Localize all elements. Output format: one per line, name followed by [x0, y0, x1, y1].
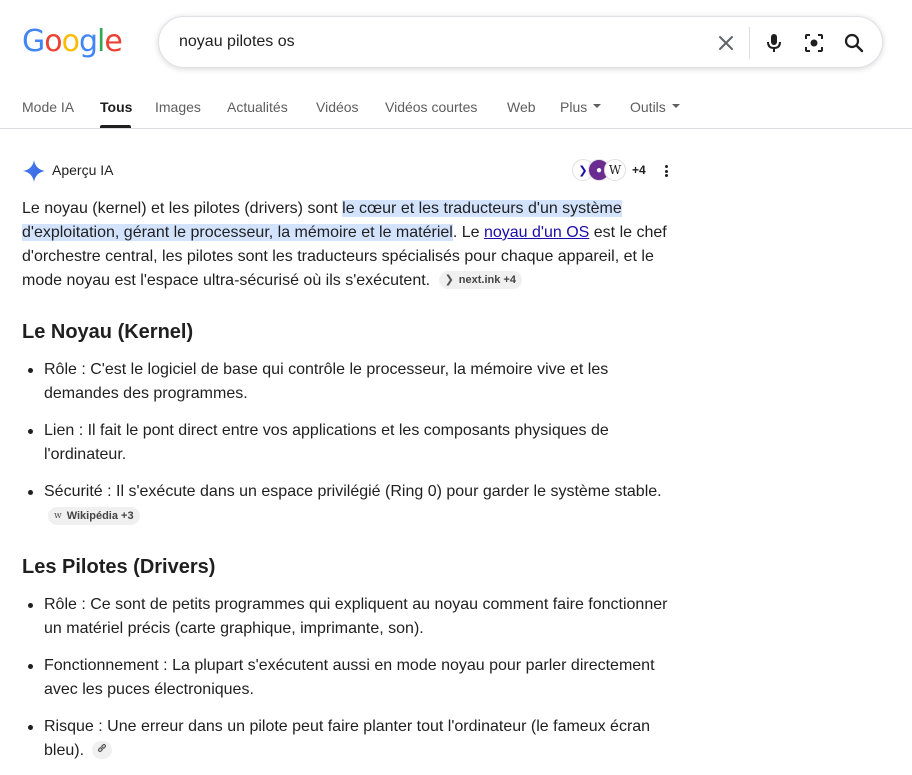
list-item-text: Rôle : Ce sont de petits programmes qui …	[44, 596, 668, 637]
header: Google noyau pilotes os	[0, 0, 912, 84]
list-item: Risque : Une erreur dans un pilote peut …	[22, 715, 682, 763]
logo-letter: o	[44, 24, 62, 59]
list-item-text: Fonctionnement : La plupart s'exécutent …	[44, 657, 655, 698]
drivers-list: Rôle : Ce sont de petits programmes qui …	[22, 593, 682, 763]
tab-mode-ia[interactable]: Mode IA	[22, 99, 74, 115]
source-chip-label: next.ink +4	[458, 274, 516, 286]
tab-web[interactable]: Web	[507, 99, 536, 115]
search-divider	[749, 27, 750, 59]
ai-overview-body: Le noyau (kernel) et les pilotes (driver…	[22, 197, 682, 763]
more-vert-icon[interactable]	[658, 163, 674, 179]
list-item-text: Rôle : C'est le logiciel de base qui con…	[44, 361, 609, 402]
source-avatars[interactable]: ❯ ● W +4	[572, 159, 646, 181]
list-item-text: Risque : Une erreur dans un pilote peut …	[44, 718, 651, 759]
list-item: Fonctionnement : La plupart s'exécutent …	[22, 654, 682, 702]
source-count: +4	[632, 163, 646, 177]
search-icon[interactable]	[840, 29, 868, 57]
chevron-right-icon: ❯	[444, 274, 454, 286]
tab-actualites[interactable]: Actualités	[227, 99, 288, 115]
list-item: Sécurité : Il s'exécute dans un espace p…	[22, 480, 682, 528]
wikipedia-icon: W	[604, 159, 626, 181]
chevron-down-icon	[593, 104, 602, 109]
source-chip[interactable]: ❯ next.ink +4	[438, 271, 522, 289]
list-item: Lien : Il fait le pont direct entre vos …	[22, 419, 682, 467]
source-chip[interactable]: w Wikipédia +3	[48, 507, 140, 525]
section-heading: Les Pilotes (Drivers)	[22, 556, 216, 578]
close-icon[interactable]	[712, 29, 740, 57]
list-item: Rôle : C'est le logiciel de base qui con…	[22, 358, 682, 406]
link-icon	[97, 741, 107, 759]
lens-icon[interactable]	[800, 29, 828, 57]
logo-letter: g	[78, 24, 98, 59]
ai-overview-header: Aperçu IA ❯ ● W +4	[22, 158, 678, 184]
source-chip-label: Wikipédia +3	[66, 510, 134, 522]
tab-videos-courtes[interactable]: Vidéos courtes	[385, 99, 477, 115]
chevron-down-icon	[671, 104, 680, 109]
intro-paragraph: Le noyau (kernel) et les pilotes (driver…	[22, 197, 682, 293]
logo-letter: e	[104, 24, 122, 59]
list-item-text: Sécurité : Il s'exécute dans un espace p…	[44, 483, 662, 500]
tab-plus[interactable]: Plus	[560, 99, 602, 115]
search-box[interactable]: noyau pilotes os	[158, 16, 883, 68]
search-input[interactable]: noyau pilotes os	[179, 33, 295, 51]
tab-tous[interactable]: Tous	[100, 99, 132, 115]
wikipedia-icon: w	[54, 511, 62, 521]
tab-outils-label: Outils	[630, 99, 666, 115]
link-chip[interactable]	[92, 741, 113, 759]
list-item: Rôle : Ce sont de petits programmes qui …	[22, 593, 682, 641]
tab-images[interactable]: Images	[155, 99, 201, 115]
logo-letter: G	[22, 24, 45, 59]
ai-overview-title: Aperçu IA	[52, 162, 114, 178]
tab-plus-label: Plus	[560, 99, 588, 115]
search-tabs: Mode IA Tous Images Actualités Vidéos Vi…	[0, 84, 912, 129]
intro-text: Le noyau (kernel) et les pilotes (driver…	[22, 200, 343, 217]
kernel-list: Rôle : C'est le logiciel de base qui con…	[22, 358, 682, 528]
section-heading: Le Noyau (Kernel)	[22, 321, 194, 343]
list-item-text: Lien : Il fait le pont direct entre vos …	[44, 422, 609, 463]
google-logo[interactable]: Google	[22, 24, 123, 59]
active-tab-indicator	[100, 125, 131, 128]
logo-letter: l	[97, 24, 105, 59]
sparkle-icon	[22, 159, 46, 183]
logo-letter: o	[61, 24, 80, 59]
noyau-os-link[interactable]: noyau d'un OS	[484, 224, 589, 241]
tab-outils[interactable]: Outils	[630, 99, 680, 115]
microphone-icon[interactable]	[760, 29, 788, 57]
tab-videos[interactable]: Vidéos	[316, 99, 359, 115]
intro-text: . Le	[452, 224, 484, 241]
